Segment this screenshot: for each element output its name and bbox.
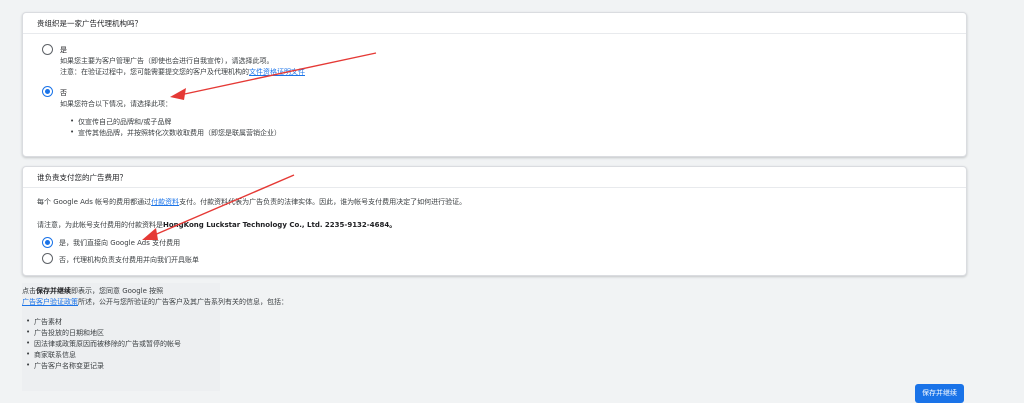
list-item: 因法律或政策原因而被移除的广告或暂停的帐号	[26, 339, 181, 349]
agency-question-title: 贵组织是一家广告代理机构吗？	[23, 13, 966, 34]
agency-yes-radio[interactable]	[42, 44, 53, 55]
payment-profile-link[interactable]: 付款资料	[151, 198, 179, 206]
consent-line-2: 广告客户验证政策所述，公开与您所验证的广告客户及其广告系列有关的信息，包括：	[22, 298, 288, 306]
payer-question-title: 谁负责支付您的广告费用？	[23, 167, 966, 188]
save-and-continue-button[interactable]: 保存并继续	[915, 384, 964, 403]
list-item: 广告素材	[26, 317, 62, 327]
list-item: 广告客户名称变更记录	[26, 361, 104, 371]
list-item: 商家联系信息	[26, 350, 76, 360]
pay-direct-label: 是，我们直接向 Google Ads 支付费用	[59, 239, 181, 247]
agency-no-radio[interactable]	[42, 86, 53, 97]
agency-yes-note: 注意：在验证过程中，您可能需要提交您的客户及代理机构的文件资格证明文件	[60, 68, 305, 76]
payer-info-text: 每个 Google Ads 帐号的费用都通过付款资料支付。付款资料代表为广告负责…	[37, 198, 467, 206]
list-item: 仅宣传自己的品牌和/或子品牌	[70, 117, 171, 127]
agency-no-desc: 如果您符合以下情况，请选择此项：	[60, 100, 172, 108]
pay-agency-radio[interactable]	[42, 253, 53, 264]
consent-line-1: 点击保存并继续即表示，您同意 Google 按照	[22, 287, 164, 295]
payer-question-card: 谁负责支付您的广告费用？ 每个 Google Ads 帐号的费用都通过付款资料支…	[22, 166, 967, 276]
proof-documents-link[interactable]: 文件资格证明文件	[249, 68, 305, 76]
advertiser-verification-policy-link[interactable]: 广告客户验证政策	[22, 298, 78, 306]
list-item: 宣传其他品牌，并按照转化次数收取费用（即您是联属营销企业）	[70, 128, 281, 138]
list-item: 广告投放的日期和地区	[26, 328, 104, 338]
agency-question-card: 贵组织是一家广告代理机构吗？ 是 如果您主要为客户管理广告（即使也会进行自我宣传…	[22, 12, 967, 157]
pay-agency-label: 否，代理机构负责支付费用并向我们开具账单	[59, 256, 199, 264]
agency-no-label: 否	[60, 89, 67, 97]
pay-direct-radio[interactable]	[42, 237, 53, 248]
agency-yes-desc: 如果您主要为客户管理广告（即使也会进行自我宣传），请选择此项。	[60, 57, 274, 65]
payer-note-text: 请注意，为此帐号支付费用的付款资料是HongKong Luckstar Tech…	[37, 221, 397, 229]
agency-yes-label: 是	[60, 46, 67, 54]
